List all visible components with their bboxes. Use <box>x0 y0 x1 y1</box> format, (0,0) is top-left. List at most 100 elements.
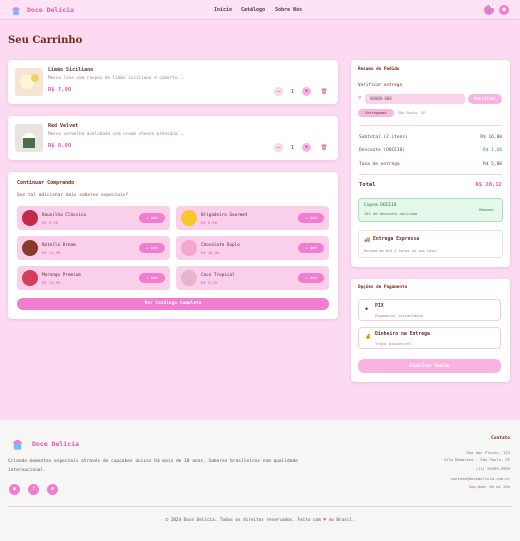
trash-icon[interactable]: 🗑 <box>320 144 328 152</box>
trash-icon[interactable]: 🗑 <box>320 88 328 96</box>
subtotal-label: Subtotal (2 itens) <box>359 135 408 140</box>
add-button[interactable]: + Add <box>298 243 324 253</box>
suggestion-price: R$ 8,50 <box>201 220 218 225</box>
cupcake-logo-icon <box>12 439 23 450</box>
add-button[interactable]: + Add <box>139 213 165 223</box>
whatsapp-icon[interactable]: ☎ <box>47 484 58 495</box>
payment-option-cash[interactable]: 💰 Dinheiro na Entrega Troco disponível <box>358 327 501 349</box>
cart-count-badge: 2 <box>490 3 495 8</box>
cart-item: Limão Siciliano Massa leve com raspas de… <box>8 60 338 104</box>
remove-coupon-link[interactable]: Remover <box>479 208 494 212</box>
cupcake-thumb-icon <box>22 270 38 286</box>
view-catalog-button[interactable]: Ver Catálogo Completo <box>17 298 329 310</box>
item-quantity: 1 <box>291 89 295 95</box>
lemon-cupcake-image <box>15 68 43 96</box>
summary-title: Resumo do Pedido <box>358 67 400 72</box>
page-title: Seu Carrinho <box>8 35 83 46</box>
delivery-city: São Paulo, SP <box>398 111 426 115</box>
footer: Doce Delícia Criando momentos especiais … <box>0 420 520 541</box>
suggestion-item: Nutella Dream R$ 11,90 + Add <box>17 236 170 260</box>
cupcake-thumb-icon <box>22 240 38 256</box>
cupcake-logo-icon <box>12 7 20 15</box>
item-quantity: 1 <box>291 145 295 151</box>
payment-title: Opções de Pagamento <box>358 285 408 290</box>
payment-option-title: Dinheiro na Entrega <box>375 332 430 337</box>
suggestion-item: Baunilha Clássica R$ 6,90 + Add <box>17 206 170 230</box>
cash-icon: 💰 <box>365 334 372 340</box>
cupcake-thumb-icon <box>181 210 197 226</box>
add-button[interactable]: + Add <box>298 213 324 223</box>
cep-input[interactable]: 00000-000 <box>365 94 465 104</box>
pix-icon: ◆ <box>365 306 369 312</box>
item-description: Massa vermelha aveludada com cream chees… <box>48 132 186 137</box>
payment-option-pix[interactable]: ◆ PIX Pagamento instantâneo <box>358 299 501 321</box>
facebook-icon[interactable]: f <box>28 484 39 495</box>
decrease-quantity-button[interactable]: − <box>274 143 283 152</box>
suggestion-name: Baunilha Clássica <box>42 213 86 218</box>
increase-quantity-button[interactable]: + <box>302 87 311 96</box>
instagram-icon[interactable]: ◉ <box>9 484 20 495</box>
suggestion-price: R$ 6,90 <box>42 220 59 225</box>
item-description: Massa leve com raspas de limão siciliano… <box>48 76 186 81</box>
decrease-quantity-button[interactable]: − <box>274 87 283 96</box>
footer-brand: Doce Delícia <box>32 440 79 448</box>
location-icon: ⚲ <box>358 96 362 101</box>
suggestion-item: Brigadeiro Gourmet R$ 8,50 + Add <box>176 206 329 230</box>
divider <box>359 174 502 175</box>
truck-icon: 🚚 <box>364 237 371 243</box>
cupcake-thumb-icon <box>181 270 197 286</box>
finish-order-button[interactable]: Finalizar Pedido <box>358 359 501 373</box>
total-label: Total <box>359 182 376 188</box>
user-icon[interactable]: ● <box>499 5 509 15</box>
increase-quantity-button[interactable]: + <box>302 143 311 152</box>
phone[interactable]: (11) 99999-9999 <box>476 466 510 471</box>
payment-option-subtitle: Pagamento instantâneo <box>375 313 424 318</box>
brand-name[interactable]: Doce Delícia <box>27 6 74 14</box>
item-price: R$ 7,90 <box>48 87 72 93</box>
suggestion-name: Coco Tropical <box>201 273 235 278</box>
item-price: R$ 8,90 <box>48 143 72 149</box>
copyright-text: © 2024 Doce Delícia. Todos os direitos r… <box>165 518 321 523</box>
cart-item: Red Velvet Massa vermelha aveludada com … <box>8 116 338 160</box>
order-summary: Resumo do Pedido Verificar entrega ⚲ 000… <box>351 60 510 267</box>
copyright: © 2024 Doce Delícia. Todos os direitos r… <box>0 518 520 523</box>
discount-label: Desconto (DOCE10) <box>359 148 406 153</box>
suggestion-price: R$ 9,20 <box>201 280 218 285</box>
footer-about: Criando momentos especiais através de cu… <box>8 459 298 473</box>
nav-inicio[interactable]: Início <box>214 7 232 13</box>
add-button[interactable]: + Add <box>139 243 165 253</box>
suggestion-name: Morango Premium <box>42 273 81 278</box>
section-subtitle: Que tal adicionar mais sabores especiais… <box>17 193 129 198</box>
suggestion-item: Chocolate Duplo R$ 10,90 + Add <box>176 236 329 260</box>
nav-sobre[interactable]: Sobre Nós <box>275 7 302 13</box>
verify-button[interactable]: Verificar <box>468 94 502 104</box>
address-line1: Rua das Flores, 123 <box>466 450 510 455</box>
cupcake-thumb-icon <box>181 240 197 256</box>
email[interactable]: contato@docedelicia.com.br <box>451 476 510 481</box>
delivery-fee-value: R$ 5,00 <box>483 162 502 167</box>
add-button[interactable]: + Add <box>139 273 165 283</box>
hours: Seg-Dom: 8h às 20h <box>468 484 510 489</box>
delivery-fee-label: Taxa de entrega <box>359 162 400 167</box>
footer-divider <box>8 506 512 507</box>
suggestion-item: Coco Tropical R$ 9,20 + Add <box>176 266 329 290</box>
item-name: Limão Siciliano <box>48 67 94 73</box>
suggestion-name: Chocolate Duplo <box>201 243 240 248</box>
continue-shopping-section: Continuar Comprando Que tal adicionar ma… <box>8 172 338 319</box>
express-title: Entrega Expressa <box>373 237 420 242</box>
express-delivery-box: 🚚 Entrega Expressa Receba em até 2 horas… <box>358 230 503 258</box>
suggestion-price: R$ 11,90 <box>42 250 61 255</box>
suggestion-name: Nutella Dream <box>42 243 76 248</box>
nav-catalogo[interactable]: Catálogo <box>241 7 265 13</box>
coupon-title: Cupom DOCE10 <box>364 203 397 208</box>
payment-options: Opções de Pagamento ◆ PIX Pagamento inst… <box>351 279 510 382</box>
top-header: Doce Delícia Início Catálogo Sobre Nós 🛒… <box>0 0 520 20</box>
suggestion-name: Brigadeiro Gourmet <box>201 213 248 218</box>
item-name: Red Velvet <box>48 123 79 129</box>
payment-option-title: PIX <box>375 304 384 309</box>
red-velvet-cupcake-image <box>15 124 43 152</box>
add-button[interactable]: + Add <box>298 273 324 283</box>
section-title: Continuar Comprando <box>17 180 75 186</box>
discount-value: -R$ 1,68 <box>480 148 502 153</box>
subtotal-value: R$ 16,80 <box>480 135 502 140</box>
